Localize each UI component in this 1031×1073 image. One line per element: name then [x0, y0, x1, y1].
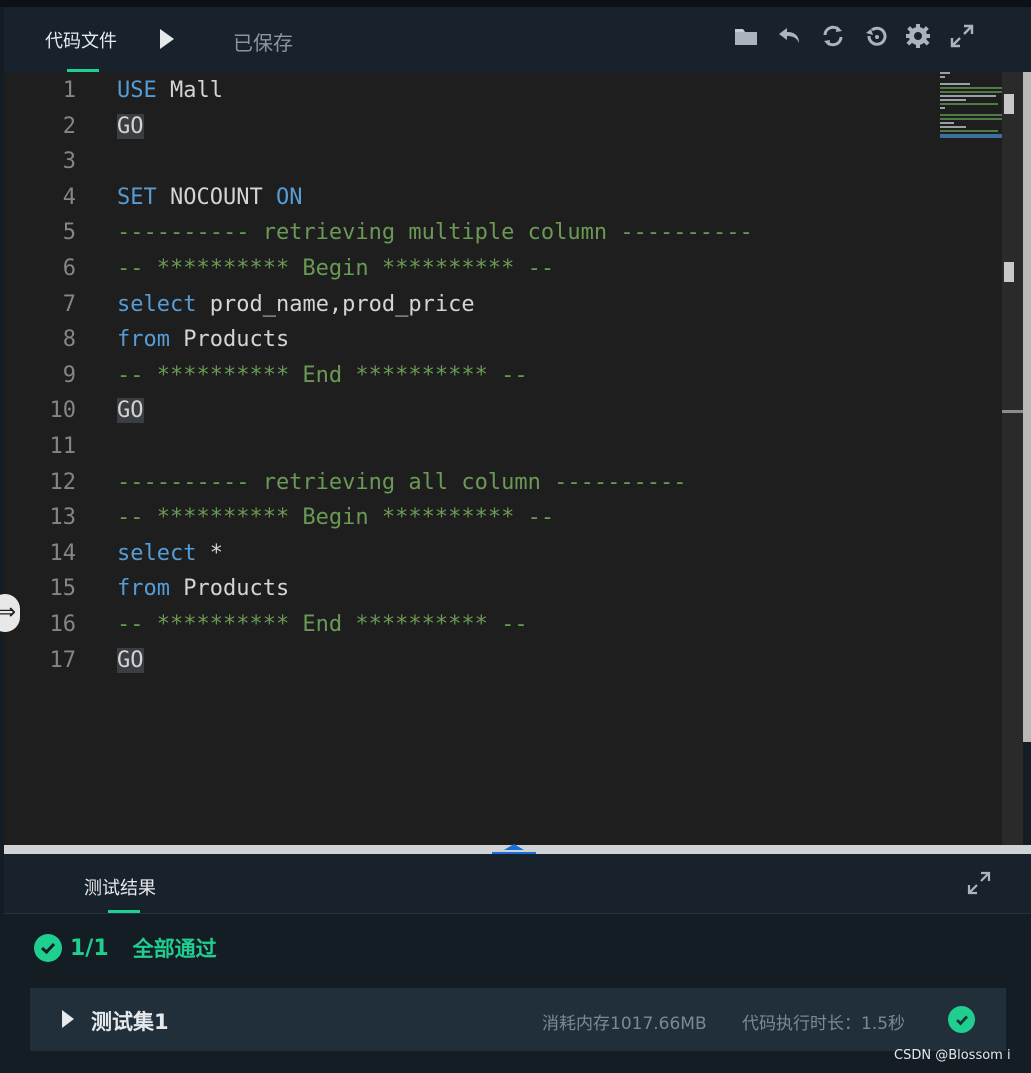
line-number: 12	[49, 469, 77, 495]
code-keyword: USE	[117, 78, 157, 103]
code-token: Mall	[156, 78, 223, 103]
code-comment: ---------- retrieving multiple column --…	[117, 220, 753, 246]
code-keyword: SET	[117, 184, 157, 210]
execution-time: 代码执行时长：1.5秒	[742, 1014, 906, 1034]
code-line[interactable]: GO	[117, 643, 144, 679]
expand-icon[interactable]	[966, 870, 992, 896]
code-comment: -- ********** End ********** --	[117, 362, 528, 388]
code-token: GO	[117, 398, 144, 424]
line-number: 10	[49, 398, 77, 424]
code-comment: ---------- retrieving all column -------…	[117, 469, 687, 495]
line-number: 11	[49, 434, 77, 459]
line-number: 1	[62, 78, 76, 103]
line-number: 14	[49, 540, 77, 566]
code-keyword: ON	[275, 184, 303, 210]
scroll-marker	[1004, 94, 1014, 114]
line-number: 7	[62, 291, 76, 317]
line-number: 17	[49, 647, 77, 673]
code-line[interactable]: select prod_name,prod_price	[117, 287, 475, 323]
watermark: CSDN @Blossom i	[894, 1048, 1011, 1063]
saved-status: 已保存	[233, 31, 293, 55]
code-line[interactable]: -- ********** End ********** --	[117, 607, 528, 643]
code-keyword: select	[117, 540, 197, 566]
pass-count: 1/1	[70, 935, 109, 961]
code-line[interactable]: -- ********** End ********** --	[117, 358, 528, 394]
code-token: *	[196, 540, 223, 566]
history-icon[interactable]	[862, 22, 890, 50]
pass-text: 全部通过	[132, 937, 217, 961]
code-line[interactable]: SET NOCOUNT ON	[117, 180, 302, 216]
code-comment: -- ********** End ********** --	[117, 612, 528, 637]
code-line[interactable]: -- ********** Begin ********** --	[117, 251, 554, 287]
pass-summary: 1/1 全部通过	[34, 932, 217, 964]
scroll-thumb[interactable]	[1004, 262, 1014, 282]
code-comment: -- ********** Begin ********** --	[117, 505, 555, 531]
top-strip	[0, 0, 1031, 7]
undo-icon[interactable]	[776, 22, 804, 50]
code-token: Products	[169, 576, 290, 602]
line-number: 6	[62, 256, 76, 281]
refresh-icon[interactable]	[819, 22, 847, 50]
code-line[interactable]: GO	[117, 109, 144, 145]
code-line[interactable]: from Products	[117, 571, 289, 607]
editor-scrollbar[interactable]	[1002, 72, 1023, 845]
expand-arrow-icon[interactable]	[62, 1010, 74, 1028]
code-token: NOCOUNT	[156, 184, 276, 210]
line-number: 5	[62, 220, 76, 246]
run-icon[interactable]	[160, 29, 174, 49]
line-number: 3	[62, 149, 76, 175]
active-tab-indicator	[108, 910, 140, 913]
line-number: 4	[62, 184, 76, 210]
code-line[interactable]: ---------- retrieving all column -------…	[117, 465, 687, 501]
check-circle-icon	[34, 934, 62, 962]
code-keyword: select	[117, 291, 197, 317]
code-line[interactable]: select *	[117, 536, 223, 572]
memory-usage: 消耗内存1017.66MB	[542, 1014, 707, 1034]
tab-test-results[interactable]: 测试结果	[84, 874, 156, 900]
line-number: 2	[62, 113, 76, 139]
code-token: prod_name,prod_price	[196, 291, 475, 317]
result-header: 测试结果	[4, 854, 1031, 914]
fullscreen-icon[interactable]	[948, 22, 976, 50]
code-line[interactable]: -- ********** Begin ********** --	[117, 500, 554, 536]
line-number: 13	[49, 505, 77, 531]
page-scrollbar[interactable]	[1023, 72, 1031, 742]
code-line[interactable]: from Products	[117, 322, 289, 358]
editor-toolbar: 代码文件 已保存	[4, 7, 1031, 72]
folder-icon[interactable]	[732, 22, 760, 50]
tab-code-file[interactable]: 代码文件	[45, 27, 117, 53]
code-editor[interactable]: 1 USE Mall 2 GO 3 4 SET NOCOUNT ON 5 ---------- …	[4, 72, 1023, 845]
scroll-divider	[1002, 410, 1023, 413]
code-token: GO	[117, 113, 144, 139]
code-comment: -- ********** Begin ********** --	[117, 256, 555, 281]
code-token: GO	[117, 647, 144, 673]
testset-row[interactable]: 测试集1 消耗内存1017.66MB 代码执行时长：1.5秒	[30, 988, 1006, 1051]
check-circle-icon	[948, 1006, 975, 1033]
code-token: Products	[169, 327, 290, 353]
gear-icon[interactable]	[904, 22, 932, 50]
code-keyword: from	[117, 576, 170, 602]
line-number: 8	[62, 327, 76, 353]
testset-label: 测试集1	[91, 1010, 169, 1034]
line-number: 9	[62, 362, 76, 388]
code-line[interactable]: USE Mall	[117, 73, 223, 109]
result-panel: 测试结果 1/1 全部通过 测试集1 消耗内存1017.66MB 代码执行时长：…	[4, 854, 1031, 1073]
code-line[interactable]: ---------- retrieving multiple column --…	[117, 215, 753, 251]
code-line[interactable]: GO	[117, 393, 144, 429]
code-keyword: from	[117, 327, 170, 353]
minimap[interactable]	[939, 72, 1002, 142]
